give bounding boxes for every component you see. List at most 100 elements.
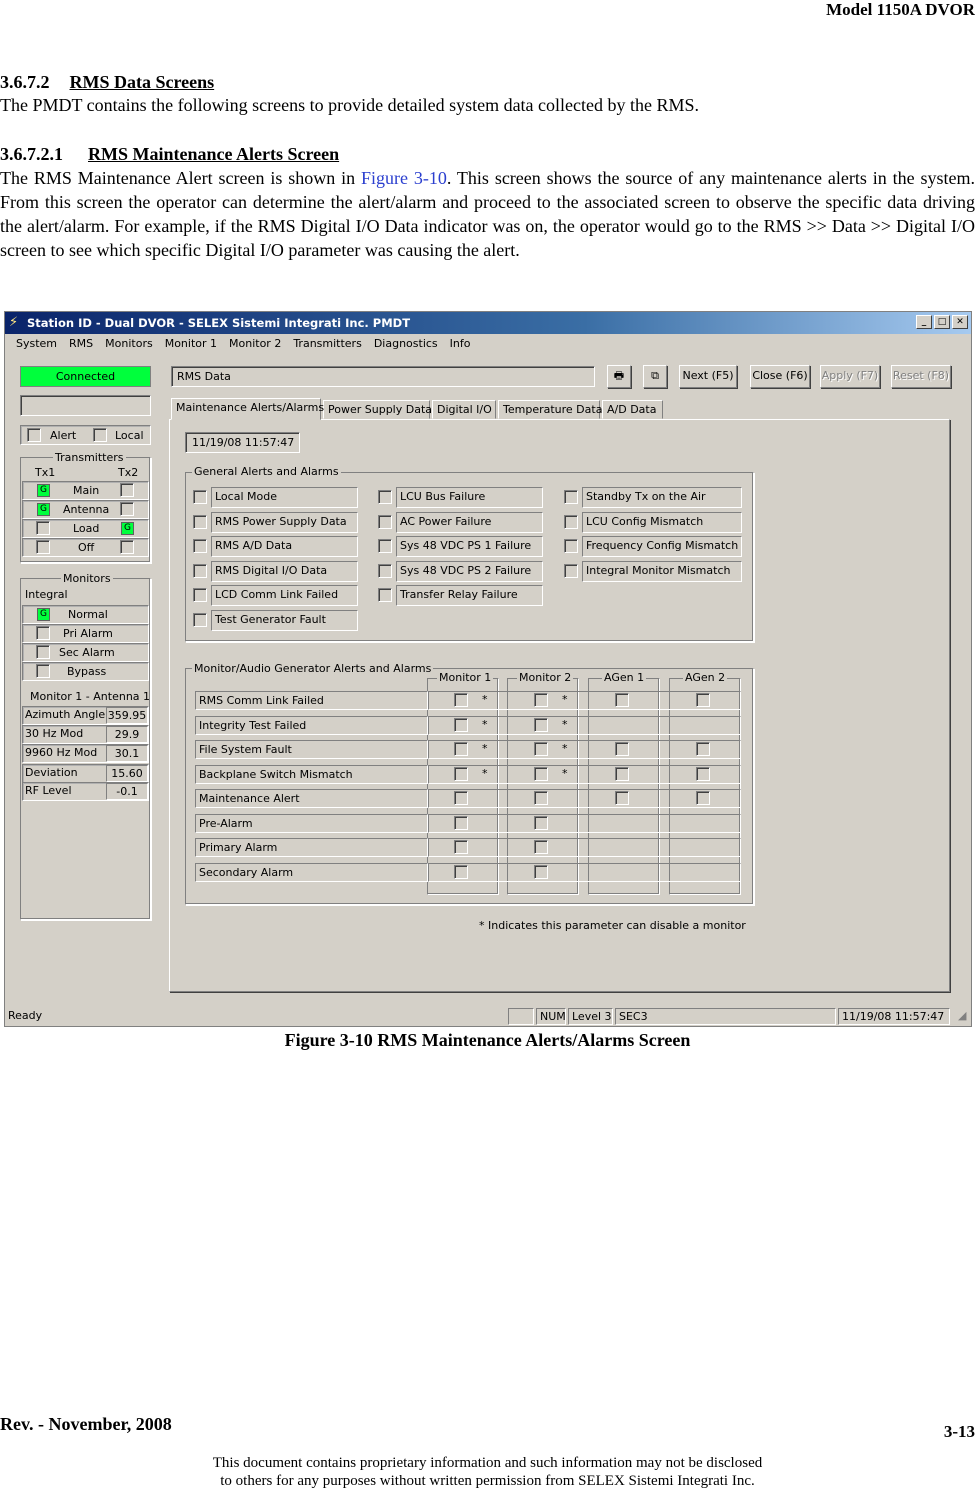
tx2-main-indicator <box>120 483 134 497</box>
menu-system[interactable]: System <box>10 334 63 354</box>
monitor-alert-row-label: Backplane Switch Mismatch <box>195 765 428 784</box>
print-button[interactable]: 🖶 <box>607 365 631 388</box>
alert-indicator <box>564 515 578 529</box>
alert-indicator <box>564 539 578 553</box>
alert-item: AC Power Failure <box>376 512 543 533</box>
tab-ad-data[interactable]: A/D Data <box>602 400 663 419</box>
reset-button[interactable]: Reset (F8) <box>891 365 951 388</box>
figure-link[interactable]: Figure 3-10 <box>361 168 447 188</box>
monitor-row-label: Normal <box>68 608 108 621</box>
monitor-alert-row-bar <box>428 716 741 735</box>
mon1-indicator <box>454 816 468 830</box>
column-title: Monitor 2 <box>517 671 574 684</box>
disable-marker: * <box>482 742 488 755</box>
tab-temperature-data[interactable]: Temperature Data <box>498 400 602 419</box>
transmitters-title: Transmitters <box>53 451 126 464</box>
mon1-indicator <box>454 718 468 732</box>
disable-marker: * <box>482 718 488 731</box>
monitor-alert-row-label: Secondary Alarm <box>195 863 428 882</box>
monitor-alert-row-bar <box>428 863 741 882</box>
maximize-button[interactable]: □ <box>934 315 950 329</box>
reading-label: Deviation <box>25 766 78 779</box>
alert-label: LCU Config Mismatch <box>586 515 704 528</box>
alert-label: AC Power Failure <box>400 515 492 528</box>
alert-item: RMS Digital I/O Data <box>191 561 358 582</box>
pmdt-window: ⚡ Station ID - Dual DVOR - SELEX Sistemi… <box>4 311 972 1027</box>
menu-monitor-1[interactable]: Monitor 1 <box>159 334 223 354</box>
tx1-off-indicator <box>36 540 50 554</box>
general-alerts-title: General Alerts and Alarms <box>192 465 341 478</box>
column-title: AGen 2 <box>683 671 728 684</box>
alert-item: Local Mode <box>191 487 358 508</box>
mon1-indicator <box>454 693 468 707</box>
connection-status: Connected <box>20 366 151 387</box>
resize-grip-icon[interactable]: ◢ <box>955 1008 969 1025</box>
tab-maintenance-alerts[interactable]: Maintenance Alerts/Alarms <box>171 398 324 420</box>
status-num: NUM <box>536 1008 566 1025</box>
normal-led: G <box>37 608 50 621</box>
document-header: Model 1150A DVOR <box>826 0 975 19</box>
section-number: 3.6.7.2 <box>0 72 50 92</box>
mon2-indicator <box>534 791 548 805</box>
alert-item: LCU Bus Failure <box>376 487 543 508</box>
alert-label: LCD Comm Link Failed <box>215 588 339 601</box>
alert-item: LCU Config Mismatch <box>562 512 742 533</box>
mon1-indicator <box>454 791 468 805</box>
monitor-row-label: Sec Alarm <box>59 646 115 659</box>
disable-marker: * <box>562 718 568 731</box>
tab-power-supply-data[interactable]: Power Supply Data <box>323 400 432 419</box>
status-bar: Ready NUM Level 3 SEC3 11/19/08 11:57:47… <box>5 1006 971 1026</box>
disable-marker: * <box>482 693 488 706</box>
menu-transmitters[interactable]: Transmitters <box>287 334 368 354</box>
alert-indicator <box>193 515 207 529</box>
tx2-load-led: G <box>121 522 134 535</box>
menu-rms[interactable]: RMS <box>63 334 99 354</box>
tx1-load-indicator <box>36 521 50 535</box>
alert-indicator <box>193 588 207 602</box>
alert-item: Sys 48 VDC PS 2 Failure <box>376 561 543 582</box>
status-ready: Ready <box>8 1009 43 1022</box>
menu-info[interactable]: Info <box>444 334 477 354</box>
monitor-alert-row-bar <box>428 814 741 833</box>
section-paragraph: The RMS Maintenance Alert screen is show… <box>0 166 975 262</box>
monitor-alert-row-bar <box>428 691 741 710</box>
status-time: 11/19/08 11:57:47 <box>838 1008 950 1025</box>
agen1-indicator <box>615 693 629 707</box>
copy-button[interactable]: ⧉ <box>643 365 667 388</box>
alert-label: Standby Tx on the Air <box>586 490 706 503</box>
monitors-title: Monitors <box>61 572 113 585</box>
apply-button[interactable]: Apply (F7) <box>820 365 880 388</box>
monitor-alert-row-label: Maintenance Alert <box>195 789 428 808</box>
section-paragraph: The PMDT contains the following screens … <box>0 95 700 115</box>
agen1-indicator <box>615 791 629 805</box>
monitor-alert-row-label: Primary Alarm <box>195 838 428 857</box>
column-title: AGen 1 <box>602 671 647 684</box>
section-title: RMS Maintenance Alerts Screen <box>88 144 340 164</box>
section-heading-maintenance-alerts: 3.6.7.2.1 RMS Maintenance Alerts Screen <box>0 144 339 165</box>
tx-row-label: Main <box>73 484 100 497</box>
close-button[interactable]: Close (F6) <box>750 365 810 388</box>
alert-item: LCD Comm Link Failed <box>191 585 358 606</box>
next-button[interactable]: Next (F5) <box>679 365 737 388</box>
footer-revision: Rev. - November, 2008 <box>0 1414 172 1434</box>
alert-label: Sys 48 VDC PS 1 Failure <box>400 539 532 552</box>
mon1-indicator <box>454 767 468 781</box>
alert-indicator <box>564 490 578 504</box>
menu-diagnostics[interactable]: Diagnostics <box>368 334 444 354</box>
agen2-indicator <box>696 767 710 781</box>
monitor-alert-row-bar <box>428 765 741 784</box>
tx-row-label: Off <box>78 541 95 554</box>
section-heading-rms-data-screens: 3.6.7.2 RMS Data Screens <box>0 72 214 93</box>
menu-monitors[interactable]: Monitors <box>99 334 159 354</box>
reading-value: 29.9 <box>106 726 148 743</box>
menu-monitor-2[interactable]: Monitor 2 <box>223 334 287 354</box>
pri-alarm-indicator <box>36 626 50 640</box>
minimize-button[interactable]: _ <box>916 315 932 329</box>
tx1-label: Tx1 <box>35 466 56 479</box>
alert-label: Sys 48 VDC PS 2 Failure <box>400 564 532 577</box>
alert-item: Standby Tx on the Air <box>562 487 742 508</box>
tab-digital-io[interactable]: Digital I/O <box>432 400 496 419</box>
alert-item: RMS Power Supply Data <box>191 512 358 533</box>
close-window-button[interactable]: ✕ <box>952 315 968 329</box>
status-user: SEC3 <box>615 1008 836 1025</box>
